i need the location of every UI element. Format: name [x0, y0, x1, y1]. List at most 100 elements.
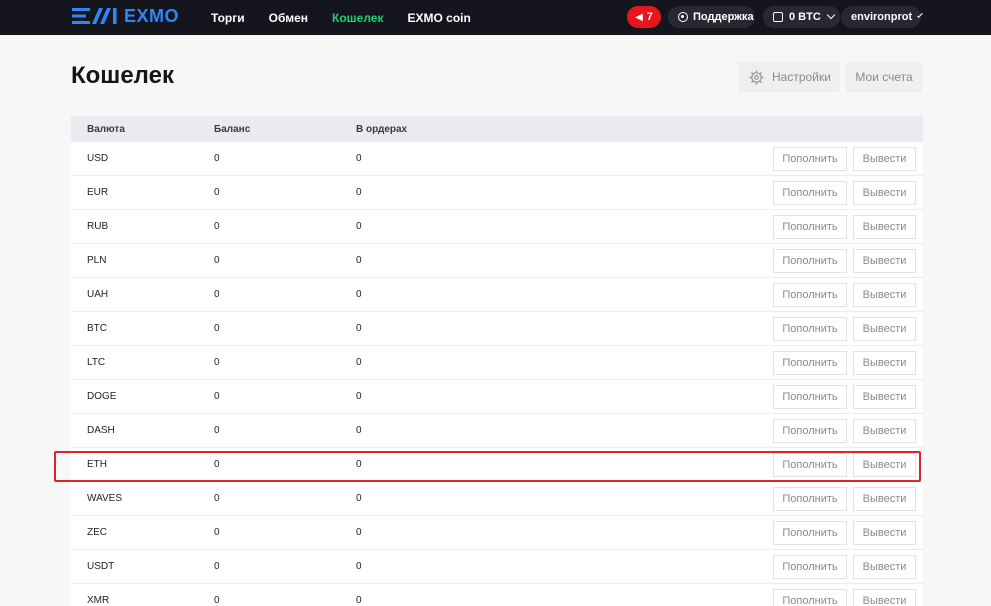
- in-orders-cell: 0: [356, 221, 362, 232]
- currency-cell: BTC: [87, 323, 107, 334]
- withdraw-button[interactable]: Вывести: [853, 589, 916, 606]
- header-balance: Баланс: [214, 123, 251, 135]
- in-orders-cell: 0: [356, 323, 362, 334]
- balance-cell: 0: [214, 187, 220, 198]
- withdraw-button[interactable]: Вывести: [853, 317, 916, 341]
- deposit-button[interactable]: Пополнить: [773, 317, 847, 341]
- nav-wallet[interactable]: Кошелек: [332, 11, 383, 25]
- in-orders-cell: 0: [356, 187, 362, 198]
- nav-exmo-coin[interactable]: EXMO coin: [407, 11, 470, 25]
- deposit-button[interactable]: Пополнить: [773, 249, 847, 273]
- wallet-icon: [773, 12, 783, 22]
- table-row: UAH 0 0 Пополнить Вывести: [71, 278, 923, 312]
- table-row: RUB 0 0 Пополнить Вывести: [71, 210, 923, 244]
- withdraw-button[interactable]: Вывести: [853, 215, 916, 239]
- balance-cell: 0: [214, 561, 220, 572]
- withdraw-button[interactable]: Вывести: [853, 181, 916, 205]
- withdraw-button[interactable]: Вывести: [853, 283, 916, 307]
- balance-cell: 0: [214, 323, 220, 334]
- table-row: XMR 0 0 Пополнить Вывести: [71, 584, 923, 606]
- table-row: WAVES 0 0 Пополнить Вывести: [71, 482, 923, 516]
- in-orders-cell: 0: [356, 357, 362, 368]
- balance-cell: 0: [214, 595, 220, 606]
- deposit-button[interactable]: Пополнить: [773, 283, 847, 307]
- currency-cell: XMR: [87, 595, 110, 606]
- in-orders-cell: 0: [356, 289, 362, 300]
- table-row: ZEC 0 0 Пополнить Вывести: [71, 516, 923, 550]
- balance-cell: 0: [214, 153, 220, 164]
- withdraw-button[interactable]: Вывести: [853, 453, 916, 477]
- deposit-button[interactable]: Пополнить: [773, 351, 847, 375]
- table-row: USD 0 0 Пополнить Вывести: [71, 142, 923, 176]
- table-row: ETH 0 0 Пополнить Вывести: [71, 448, 923, 482]
- balance-cell: 0: [214, 527, 220, 538]
- balance-cell: 0: [214, 391, 220, 402]
- table-row: DOGE 0 0 Пополнить Вывести: [71, 380, 923, 414]
- deposit-button[interactable]: Пополнить: [773, 419, 847, 443]
- withdraw-button[interactable]: Вывести: [853, 419, 916, 443]
- top-navbar: EXMO Торги Обмен Кошелек EXMO coin ◀ 7 П…: [0, 0, 991, 35]
- gear-icon: [749, 69, 764, 85]
- in-orders-cell: 0: [356, 595, 362, 606]
- currency-cell: EUR: [87, 187, 109, 198]
- username: environprot: [851, 11, 913, 23]
- currency-cell: ZEC: [87, 527, 107, 538]
- user-menu[interactable]: environprot: [841, 6, 923, 28]
- withdraw-button[interactable]: Вывести: [853, 385, 916, 409]
- deposit-button[interactable]: Пополнить: [773, 555, 847, 579]
- currency-cell: PLN: [87, 255, 107, 266]
- balance-cell: 0: [214, 493, 220, 504]
- withdraw-button[interactable]: Вывести: [853, 147, 916, 171]
- deposit-button[interactable]: Пополнить: [773, 453, 847, 477]
- deposit-button[interactable]: Пополнить: [773, 521, 847, 545]
- withdraw-button[interactable]: Вывести: [853, 351, 916, 375]
- table-row: DASH 0 0 Пополнить Вывести: [71, 414, 923, 448]
- brand-name: EXMO: [124, 5, 180, 26]
- balance-cell: 0: [214, 221, 220, 232]
- balance-cell: 0: [214, 425, 220, 436]
- table-row: LTC 0 0 Пополнить Вывести: [71, 346, 923, 380]
- balance-cell: 0: [214, 459, 220, 470]
- balance-dropdown[interactable]: 0 BTC: [763, 6, 840, 28]
- currency-cell: USD: [87, 153, 109, 164]
- deposit-button[interactable]: Пополнить: [773, 147, 847, 171]
- notifications-count: 7: [646, 11, 653, 23]
- settings-button[interactable]: Настройки: [738, 62, 840, 92]
- currency-cell: USDT: [87, 561, 115, 572]
- withdraw-button[interactable]: Вывести: [853, 249, 916, 273]
- balance-cell: 0: [214, 357, 220, 368]
- currency-cell: RUB: [87, 221, 109, 232]
- table-row: EUR 0 0 Пополнить Вывести: [71, 176, 923, 210]
- exmo-logo-icon: [72, 8, 117, 24]
- support-button[interactable]: Поддержка: [668, 6, 755, 28]
- chevron-down-icon: [917, 12, 923, 18]
- in-orders-cell: 0: [356, 153, 362, 164]
- balance-cell: 0: [214, 289, 220, 300]
- withdraw-button[interactable]: Вывести: [853, 555, 916, 579]
- in-orders-cell: 0: [356, 493, 362, 504]
- in-orders-cell: 0: [356, 255, 362, 266]
- page-title: Кошелек: [71, 62, 174, 89]
- support-label: Поддержка: [693, 11, 754, 23]
- nav-exchange[interactable]: Обмен: [269, 11, 308, 25]
- table-row: USDT 0 0 Пополнить Вывести: [71, 550, 923, 584]
- exmo-logo[interactable]: EXMO: [72, 5, 179, 27]
- deposit-button[interactable]: Пополнить: [773, 589, 847, 606]
- deposit-button[interactable]: Пополнить: [773, 385, 847, 409]
- currency-cell: LTC: [87, 357, 106, 368]
- deposit-button[interactable]: Пополнить: [773, 215, 847, 239]
- support-icon: [678, 12, 688, 22]
- deposit-button[interactable]: Пополнить: [773, 181, 847, 205]
- header-in-orders: В ордерах: [356, 123, 408, 135]
- my-accounts-button[interactable]: Мои счета: [846, 62, 922, 92]
- in-orders-cell: 0: [356, 425, 362, 436]
- withdraw-button[interactable]: Вывести: [853, 487, 916, 511]
- header-currency: Валюта: [87, 123, 125, 135]
- withdraw-button[interactable]: Вывести: [853, 521, 916, 545]
- deposit-button[interactable]: Пополнить: [773, 487, 847, 511]
- main-nav: Торги Обмен Кошелек EXMO coin: [211, 0, 495, 35]
- megaphone-icon: ◀: [635, 11, 643, 23]
- nav-trade[interactable]: Торги: [211, 11, 245, 25]
- currency-cell: WAVES: [87, 493, 123, 504]
- notifications-button[interactable]: ◀ 7: [627, 6, 661, 28]
